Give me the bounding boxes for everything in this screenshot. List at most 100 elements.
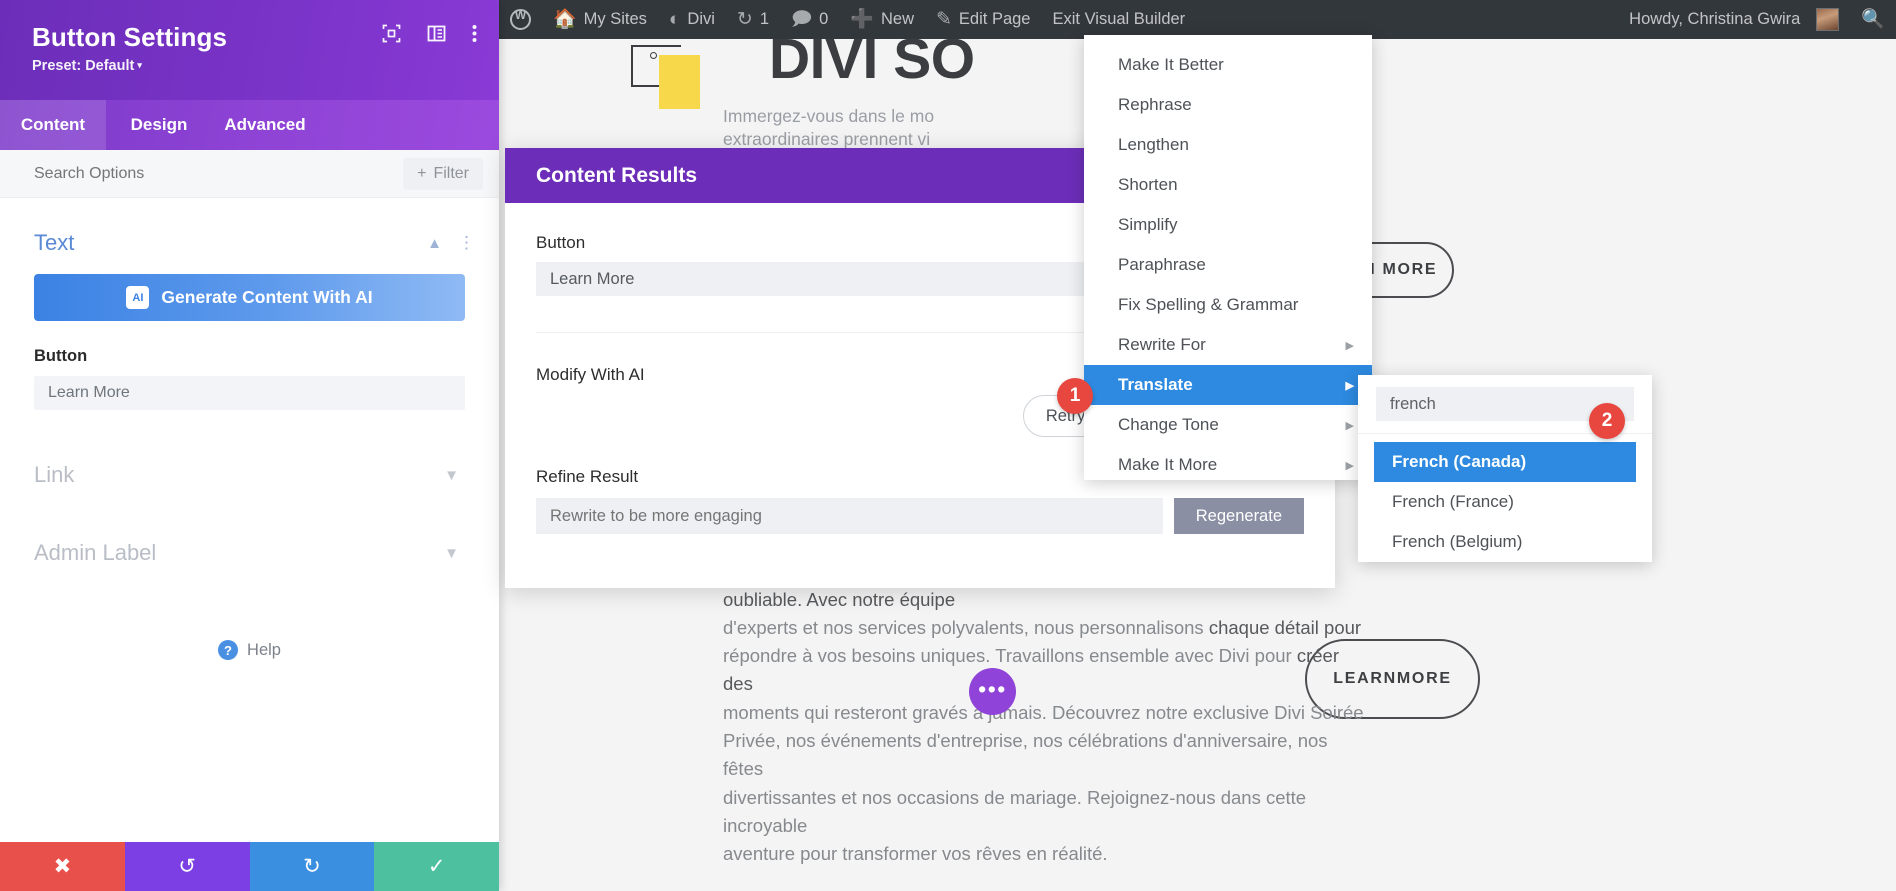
chevron-up-icon[interactable]: ▲ (427, 235, 442, 252)
chevron-right-icon: ▶ (1345, 379, 1354, 392)
section-link-header[interactable]: Link ▼ (0, 410, 499, 514)
adminbar-my-sites[interactable]: 🏠 My Sites (542, 0, 658, 39)
search-options-input[interactable] (34, 164, 404, 183)
adminbar-edit-page[interactable]: ✎ Edit Page (925, 0, 1041, 39)
save-changes-button[interactable]: ✓ (374, 842, 499, 891)
section-admin-label-header[interactable]: Admin Label ▼ (0, 514, 499, 592)
adminbar-updates[interactable]: ↻ 1 (726, 0, 780, 39)
adminbar-divi[interactable]: ◐ Divi (658, 0, 726, 39)
button-text-input[interactable]: Learn More (34, 376, 465, 410)
generate-content-with-ai-button[interactable]: AI Generate Content With AI (34, 274, 465, 321)
adminbar-howdy-label: Howdy, Christina Gwira (1629, 10, 1801, 28)
adminbar-divi-label: Divi (687, 10, 715, 28)
tab-content[interactable]: Content (0, 100, 106, 150)
section-text-header[interactable]: Text ▲ ⋮ (0, 212, 499, 274)
discard-changes-button[interactable]: ✖ (0, 842, 125, 891)
section-options-kebab-icon[interactable]: ⋮ (458, 233, 475, 253)
menu-item-fix-spelling-grammar-label: Fix Spelling & Grammar (1118, 295, 1299, 314)
adminbar-exit-visual-builder[interactable]: Exit Visual Builder (1041, 0, 1196, 39)
menu-item-rephrase[interactable]: Rephrase (1084, 85, 1372, 125)
undo-button[interactable]: ↺ (124, 842, 250, 891)
adminbar-updates-count: 1 (759, 10, 770, 28)
language-option-french-belgium[interactable]: French (Belgium) (1374, 522, 1636, 562)
menu-item-lengthen[interactable]: Lengthen (1084, 125, 1372, 165)
adminbar-comments[interactable]: 🗩 0 (780, 0, 839, 39)
refine-result-input[interactable] (536, 498, 1163, 534)
menu-item-lengthen-label: Lengthen (1118, 135, 1189, 154)
chevron-right-icon: ▶ (1345, 419, 1354, 432)
step-marker-2-number: 2 (1601, 410, 1613, 431)
help-link[interactable]: ? Help (0, 640, 499, 660)
tab-content-label: Content (20, 115, 86, 134)
menu-item-simplify-label: Simplify (1118, 215, 1178, 234)
regenerate-button[interactable]: Regenerate (1173, 498, 1304, 534)
improve-with-ai-dropdown-menu: Make It Better Rephrase Lengthen Shorten… (1084, 35, 1372, 480)
comments-icon: 🗩 (791, 9, 813, 30)
help-link-label: Help (247, 640, 281, 659)
section-link-title: Link (34, 462, 75, 487)
menu-item-paraphrase[interactable]: Paraphrase (1084, 245, 1372, 285)
translate-language-list: French (Canada) French (France) French (… (1358, 434, 1652, 562)
chevron-down-icon[interactable]: ▼ (444, 545, 459, 562)
layout-icon[interactable] (427, 24, 446, 43)
panel-body: Text ▲ ⋮ AI Generate Content With AI But… (0, 198, 499, 842)
button-text-input-value: Learn More (48, 384, 130, 401)
adminbar-wordpress-logo[interactable] (499, 0, 542, 39)
step-marker-2: 2 (1589, 403, 1625, 439)
menu-item-make-it-better[interactable]: Make It Better (1084, 45, 1372, 85)
step-marker-1-number: 1 (1069, 385, 1081, 406)
learn-more-button-bottom-line2: MORE (1396, 670, 1452, 688)
tab-design[interactable]: Design (106, 100, 212, 150)
menu-item-shorten-label: Shorten (1118, 175, 1178, 194)
adminbar-new[interactable]: ➕ New (839, 0, 925, 39)
tab-advanced-label: Advanced (224, 115, 306, 134)
decorative-yellow-square (659, 55, 700, 109)
filter-button-label: Filter (433, 164, 469, 182)
menu-item-change-tone[interactable]: Change Tone ▶ (1084, 405, 1372, 445)
adminbar-new-label: New (880, 10, 914, 28)
menu-item-simplify[interactable]: Simplify (1084, 205, 1372, 245)
search-icon: 🔍 (1861, 9, 1885, 30)
panel-footer: ✖ ↺ ↻ ✓ (0, 842, 499, 891)
menu-item-translate-label: Translate (1118, 375, 1193, 394)
redo-icon: ↻ (303, 855, 321, 878)
menu-item-make-it-better-label: Make It Better (1118, 55, 1224, 74)
adminbar-edit-page-label: Edit Page (958, 10, 1031, 28)
focus-icon[interactable] (382, 24, 401, 43)
panel-preset-selector[interactable]: Preset: Default ▾ (32, 58, 475, 74)
panel-header: Button Settings Preset: Default ▾ (0, 0, 499, 100)
chevron-down-icon[interactable]: ▼ (444, 467, 459, 484)
plus-icon: ➕ (850, 9, 874, 30)
adminbar-howdy[interactable]: Howdy, Christina Gwira (1618, 0, 1850, 39)
chevron-right-icon: ▶ (1345, 339, 1354, 352)
modal-refine-row: Regenerate (536, 498, 1304, 534)
menu-item-make-it-more-label: Make It More (1118, 455, 1218, 474)
wordpress-icon (510, 8, 531, 30)
menu-item-fix-spelling-grammar[interactable]: Fix Spelling & Grammar (1084, 285, 1372, 325)
help-icon: ? (218, 640, 239, 660)
redo-button[interactable]: ↻ (249, 842, 375, 891)
panel-tabs: Content Design Advanced (0, 100, 499, 150)
language-option-french-france[interactable]: French (France) (1374, 482, 1636, 522)
menu-item-make-it-more[interactable]: Make It More ▶ (1084, 445, 1372, 485)
module-settings-dots-button[interactable]: ••• (969, 668, 1016, 715)
section-admin-label-title: Admin Label (34, 540, 157, 565)
adminbar-comments-count: 0 (819, 10, 829, 28)
close-icon: ✖ (53, 855, 72, 878)
filter-button[interactable]: + Filter (403, 157, 483, 190)
menu-item-shorten[interactable]: Shorten (1084, 165, 1372, 205)
language-option-french-canada[interactable]: French (Canada) (1374, 442, 1636, 482)
language-option-french-france-label: French (France) (1392, 492, 1514, 511)
panel-search-row: + Filter (0, 150, 499, 198)
ai-icon: AI (126, 286, 150, 309)
menu-item-rephrase-label: Rephrase (1118, 95, 1192, 114)
menu-item-translate[interactable]: Translate ▶ (1084, 365, 1372, 405)
language-option-french-belgium-label: French (Belgium) (1392, 532, 1523, 551)
menu-item-rewrite-for[interactable]: Rewrite For ▶ (1084, 325, 1372, 365)
button-settings-panel: Button Settings Preset: Default ▾ Conten… (0, 0, 499, 891)
menu-item-paraphrase-label: Paraphrase (1118, 255, 1206, 274)
kebab-menu-icon[interactable] (472, 24, 477, 43)
adminbar-search[interactable]: 🔍 (1850, 0, 1896, 39)
step-marker-1: 1 (1057, 378, 1093, 414)
tab-advanced[interactable]: Advanced (212, 100, 318, 150)
